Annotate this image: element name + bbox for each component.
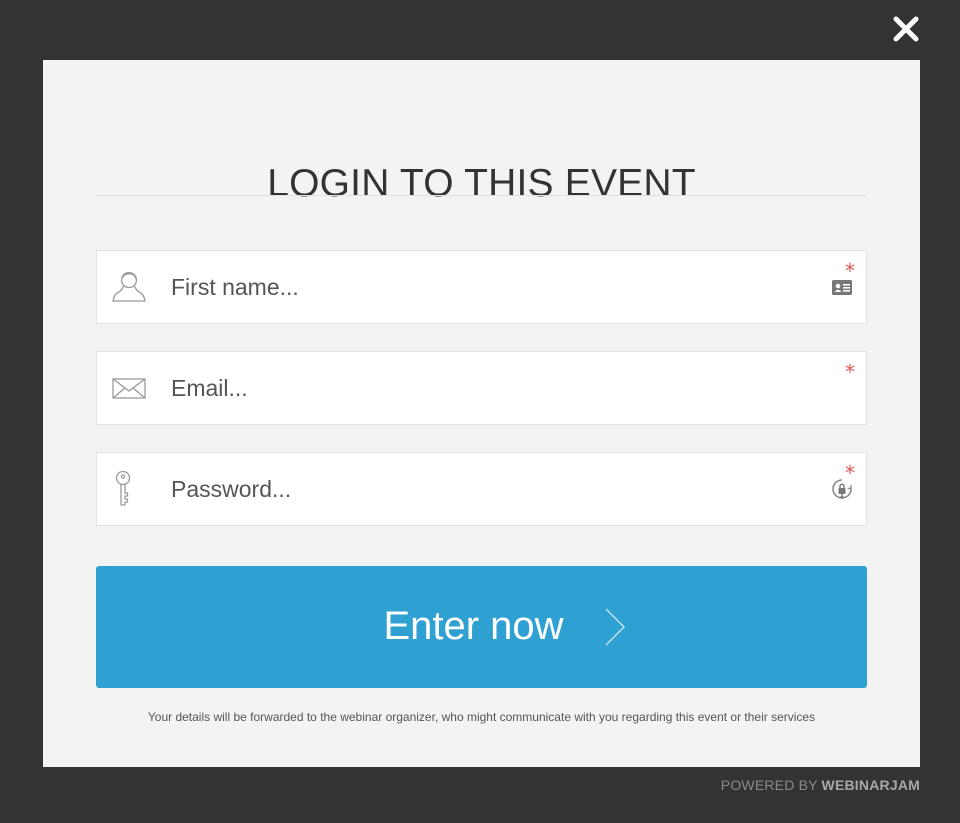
title-divider — [96, 195, 867, 196]
login-modal: LOGIN TO THIS EVENT * — [43, 60, 920, 767]
key-icon — [115, 470, 131, 506]
overlay-backdrop: LOGIN TO THIS EVENT * — [0, 0, 960, 823]
email-input[interactable] — [171, 368, 791, 408]
first-name-field: * — [96, 250, 867, 324]
close-icon — [893, 16, 919, 42]
id-card-icon — [832, 280, 852, 295]
brand-name[interactable]: WEBINARJAM — [822, 777, 920, 793]
modal-title: LOGIN TO THIS EVENT — [267, 162, 696, 205]
enter-now-button[interactable]: Enter now — [96, 566, 867, 688]
enter-now-label-wrap: Enter now — [96, 606, 867, 646]
enter-now-label: Enter now — [383, 604, 564, 648]
password-field: * — [96, 452, 867, 526]
required-marker: * — [845, 360, 855, 384]
password-input[interactable] — [171, 469, 791, 509]
lock-icon — [832, 479, 852, 499]
close-button[interactable] — [889, 12, 923, 46]
chevron-right-icon — [605, 608, 626, 646]
envelope-icon — [112, 378, 146, 399]
email-field: * — [96, 351, 867, 425]
powered-by-prefix: POWERED BY — [720, 777, 818, 793]
first-name-input[interactable] — [171, 267, 791, 307]
powered-by: POWERED BY WEBINARJAM — [721, 777, 920, 793]
user-icon — [112, 271, 146, 302]
privacy-disclaimer: Your details will be forwarded to the we… — [147, 710, 816, 724]
